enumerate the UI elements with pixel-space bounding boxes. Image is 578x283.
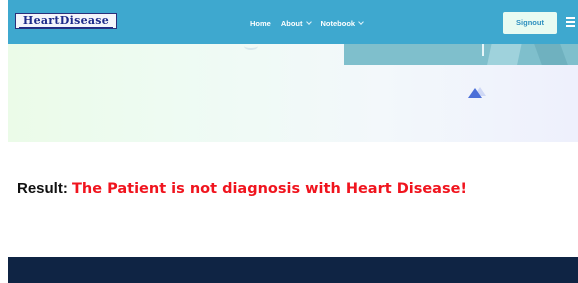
signout-button[interactable]: Signout <box>503 12 557 34</box>
hero-decoration-triangle <box>468 88 482 98</box>
page-footer <box>8 257 578 283</box>
nav-item-home[interactable]: Home <box>250 19 271 28</box>
result-value: The Patient is not diagnosis with Heart … <box>72 181 468 197</box>
chevron-down-icon <box>305 19 312 25</box>
logo-underline <box>19 27 113 28</box>
nav-menu: Home About Notebook <box>250 17 364 29</box>
top-navbar: HeartDisease Home About Notebook Signout <box>8 0 578 44</box>
menu-icon[interactable] <box>566 17 575 27</box>
nav-item-notebook[interactable]: Notebook <box>321 19 364 28</box>
nav-item-label: Notebook <box>320 18 356 28</box>
nav-item-label: About <box>280 18 303 28</box>
result-message: Result: The Patient is not diagnosis wit… <box>17 180 467 197</box>
menu-icon-line <box>566 17 575 19</box>
chevron-down-icon <box>358 19 364 25</box>
site-logo[interactable]: HeartDisease <box>15 13 117 29</box>
menu-icon-line <box>566 25 575 27</box>
menu-icon-line <box>566 21 575 23</box>
result-label: Result: <box>17 180 68 197</box>
nav-item-label: Home <box>250 18 271 28</box>
logo-text: HeartDisease <box>22 14 110 27</box>
nav-item-about[interactable]: About <box>280 18 312 28</box>
